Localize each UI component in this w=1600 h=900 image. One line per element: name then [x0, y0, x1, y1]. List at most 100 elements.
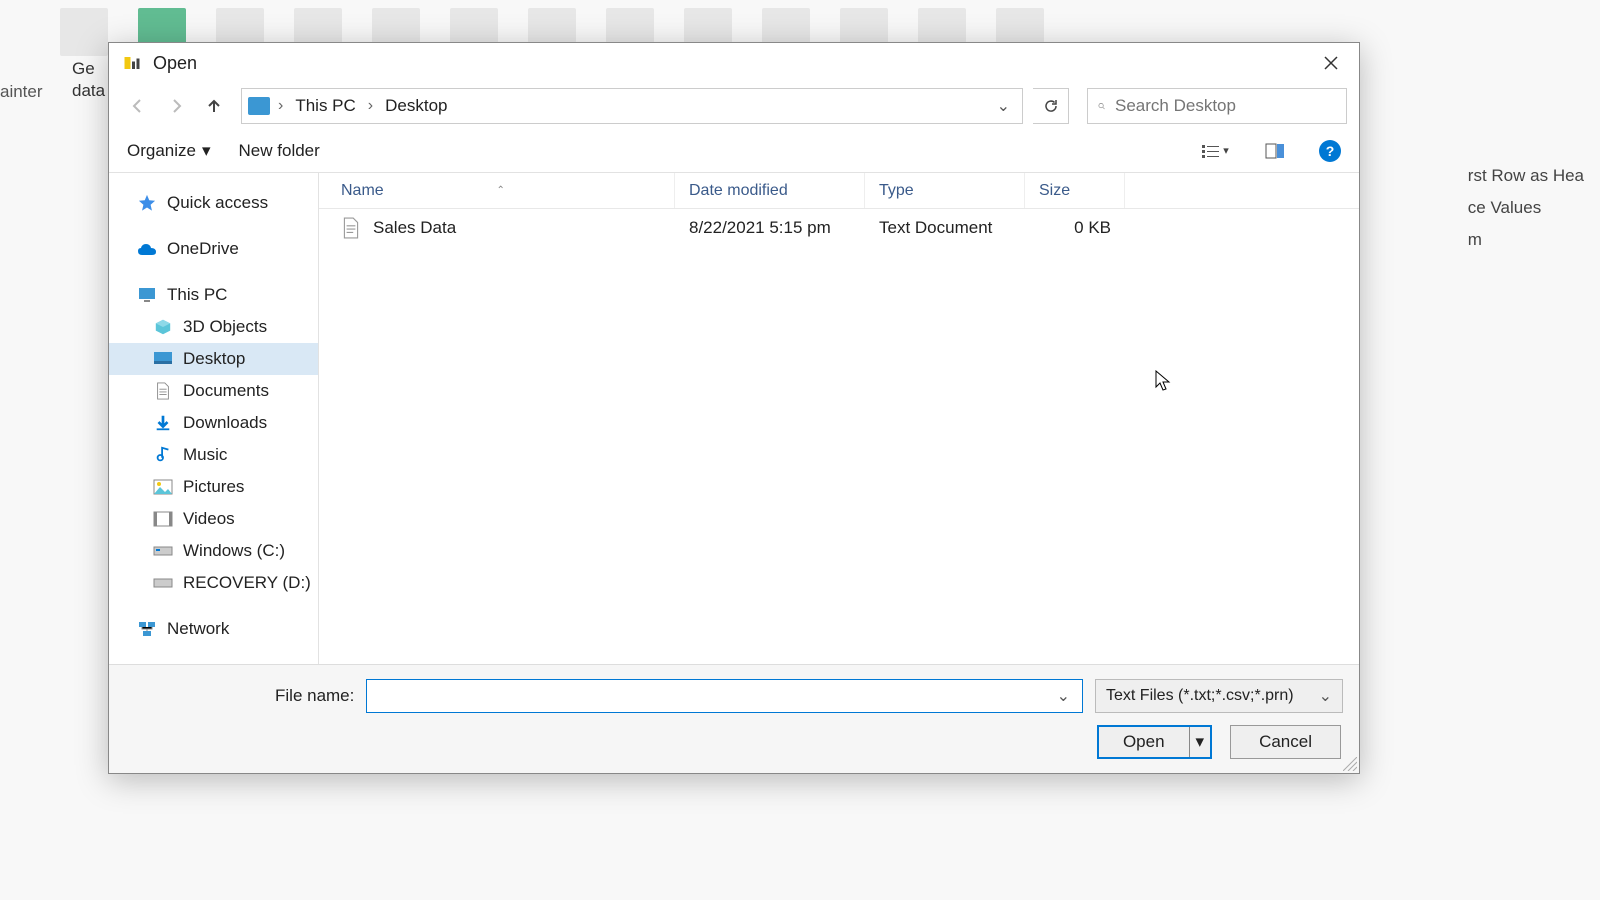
tree-label: Desktop: [183, 349, 245, 369]
tree-downloads[interactable]: Downloads: [109, 407, 318, 439]
tree-desktop[interactable]: Desktop: [109, 343, 318, 375]
cancel-button[interactable]: Cancel: [1230, 725, 1341, 759]
nav-row: › This PC › Desktop ⌄: [109, 83, 1359, 129]
open-button-label: Open: [1099, 732, 1189, 752]
drive-icon: [153, 574, 173, 592]
column-size[interactable]: Size: [1025, 173, 1125, 208]
network-icon: [137, 620, 157, 638]
refresh-icon: [1043, 98, 1059, 114]
app-icon: [123, 54, 141, 72]
organize-label: Organize: [127, 141, 196, 161]
tree-network[interactable]: Network: [109, 613, 318, 645]
file-list: Sales Data 8/22/2021 5:15 pm Text Docume…: [319, 209, 1359, 664]
filter-label: Text Files (*.txt;*.csv;*.prn): [1106, 687, 1294, 705]
chevron-down-icon[interactable]: ⌄: [1053, 686, 1074, 706]
tree-pictures[interactable]: Pictures: [109, 471, 318, 503]
tree-videos[interactable]: Videos: [109, 503, 318, 535]
tree-label: Videos: [183, 509, 235, 529]
bg-get-data-label: Gedata: [72, 58, 105, 102]
column-name[interactable]: Name⌃: [319, 173, 675, 208]
cloud-icon: [137, 240, 157, 258]
ribbon-tool: [60, 8, 108, 56]
tree-label: Documents: [183, 381, 269, 401]
tree-label: Pictures: [183, 477, 244, 497]
up-button[interactable]: [197, 89, 231, 123]
pictures-icon: [153, 478, 173, 496]
sort-indicator-icon: ⌃: [497, 185, 669, 196]
arrow-up-icon: [205, 97, 223, 115]
list-view-icon: [1201, 143, 1221, 159]
file-name-input[interactable]: [375, 687, 1052, 705]
tree-music[interactable]: Music: [109, 439, 318, 471]
file-name: Sales Data: [373, 218, 456, 238]
nav-tree: Quick access OneDrive This PC 3D Objects…: [109, 173, 319, 664]
help-button[interactable]: ?: [1319, 140, 1341, 162]
download-icon: [153, 414, 173, 432]
file-type: Text Document: [865, 218, 1025, 238]
bg-side-panel-text: rst Row as Hea ce Values m: [1468, 160, 1584, 256]
cube-icon: [153, 318, 173, 336]
tree-this-pc[interactable]: This PC: [109, 279, 318, 311]
chevron-down-icon: ▾: [1223, 144, 1229, 157]
cancel-button-label: Cancel: [1231, 732, 1340, 752]
dialog-titlebar: Open: [109, 43, 1359, 83]
arrow-left-icon: [129, 97, 147, 115]
tree-documents[interactable]: Documents: [109, 375, 318, 407]
tree-label: OneDrive: [167, 239, 239, 259]
dialog-title: Open: [153, 53, 1311, 74]
resize-grip-icon[interactable]: [1343, 757, 1357, 771]
chevron-down-icon: ⌄: [1319, 686, 1332, 706]
tree-drive-d[interactable]: RECOVERY (D:): [109, 567, 318, 599]
refresh-button[interactable]: [1033, 88, 1069, 124]
bg-format-painter-label: ainter: [0, 82, 43, 102]
open-button[interactable]: Open ▾: [1097, 725, 1212, 759]
chevron-right-icon: ›: [368, 97, 373, 115]
tree-label: Downloads: [183, 413, 267, 433]
file-size: 0 KB: [1025, 218, 1125, 238]
view-mode-button[interactable]: ▾: [1199, 137, 1231, 165]
tree-onedrive[interactable]: OneDrive: [109, 233, 318, 265]
tree-label: 3D Objects: [183, 317, 267, 337]
dialog-footer: File name: ⌄ Text Files (*.txt;*.csv;*.p…: [109, 664, 1359, 773]
tree-drive-c[interactable]: Windows (C:): [109, 535, 318, 567]
breadcrumb-this-pc[interactable]: This PC: [291, 94, 359, 118]
file-type-filter[interactable]: Text Files (*.txt;*.csv;*.prn) ⌄: [1095, 679, 1343, 713]
file-name-label: File name:: [275, 686, 354, 706]
arrow-right-icon: [167, 97, 185, 115]
tree-quick-access[interactable]: Quick access: [109, 187, 318, 219]
search-input[interactable]: [1115, 96, 1336, 116]
column-type[interactable]: Type: [865, 173, 1025, 208]
tree-3d-objects[interactable]: 3D Objects: [109, 311, 318, 343]
search-icon: [1098, 98, 1105, 114]
tree-label: Windows (C:): [183, 541, 285, 561]
column-date[interactable]: Date modified: [675, 173, 865, 208]
file-row[interactable]: Sales Data 8/22/2021 5:15 pm Text Docume…: [319, 209, 1359, 247]
videos-icon: [153, 510, 173, 528]
tree-label: RECOVERY (D:): [183, 573, 311, 593]
column-headers: Name⌃ Date modified Type Size: [319, 173, 1359, 209]
document-icon: [153, 382, 173, 400]
desktop-icon: [153, 350, 173, 368]
close-button[interactable]: [1311, 47, 1351, 79]
star-icon: [137, 194, 157, 212]
pc-icon: [248, 97, 270, 115]
music-icon: [153, 446, 173, 464]
tree-label: Network: [167, 619, 229, 639]
preview-pane-icon: [1265, 143, 1285, 159]
tree-label: This PC: [167, 285, 227, 305]
monitor-icon: [137, 286, 157, 304]
breadcrumb-desktop[interactable]: Desktop: [381, 94, 451, 118]
file-date: 8/22/2021 5:15 pm: [675, 218, 865, 238]
organize-menu[interactable]: Organize ▾: [127, 141, 211, 161]
toolbar: Organize ▾ New folder ▾ ?: [109, 129, 1359, 173]
file-name-combo[interactable]: ⌄: [366, 679, 1083, 713]
preview-pane-button[interactable]: [1259, 137, 1291, 165]
address-bar[interactable]: › This PC › Desktop ⌄: [241, 88, 1023, 124]
drive-icon: [153, 542, 173, 560]
new-folder-button[interactable]: New folder: [239, 141, 320, 161]
open-split-dropdown[interactable]: ▾: [1189, 727, 1211, 757]
forward-button[interactable]: [159, 89, 193, 123]
address-dropdown[interactable]: ⌄: [991, 96, 1016, 116]
search-box[interactable]: [1087, 88, 1347, 124]
back-button[interactable]: [121, 89, 155, 123]
